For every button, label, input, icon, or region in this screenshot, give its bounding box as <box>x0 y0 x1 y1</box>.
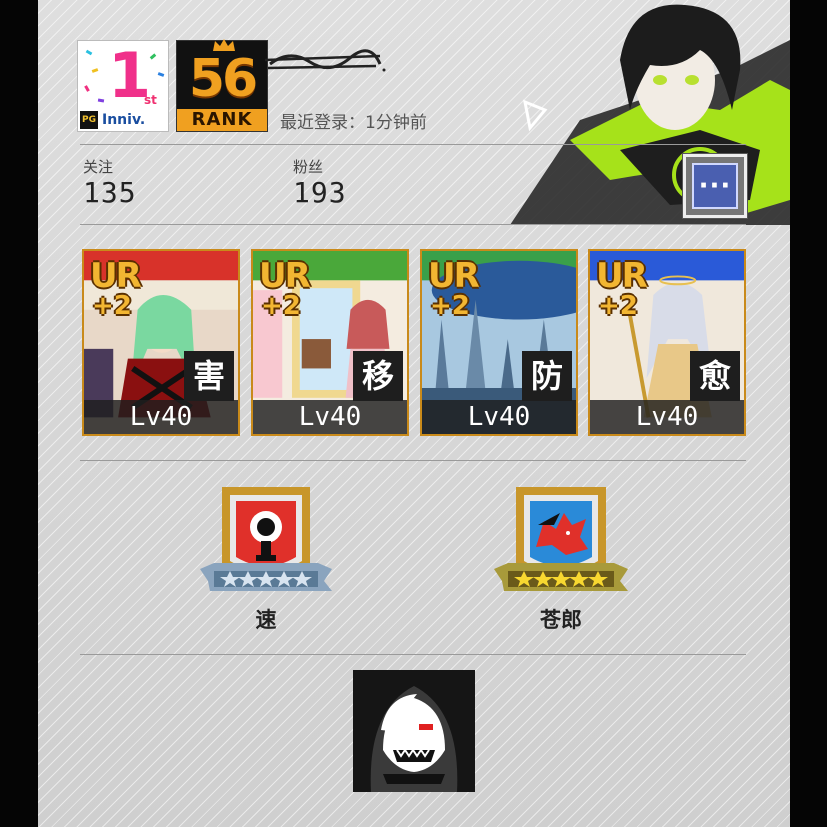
medal-1[interactable] <box>200 485 332 603</box>
card-slot-3[interactable]: UR +2 防 Lv40 <box>420 249 578 436</box>
last-login-value: 1分钟前 <box>365 113 427 133</box>
card-slot-4[interactable]: UR +2 愈 Lv40 <box>588 249 746 436</box>
reaper-icon <box>370 686 458 792</box>
more-options-button[interactable]: ··· <box>683 154 747 218</box>
card-plus: +2 <box>92 291 132 321</box>
stats-divider <box>80 224 746 225</box>
card-type: 移 <box>353 351 403 401</box>
card-level: Lv40 <box>422 400 576 434</box>
card-rarity: UR <box>596 256 648 296</box>
card-level: Lv40 <box>253 400 407 434</box>
following-label: 关注 <box>83 158 114 176</box>
card-rarity: UR <box>428 256 480 296</box>
card-rarity: UR <box>90 256 142 296</box>
card-rarity: UR <box>259 256 311 296</box>
guild-emblem[interactable] <box>353 670 475 792</box>
card-type: 防 <box>522 351 572 401</box>
cards-divider <box>80 460 746 461</box>
rank-label: RANK <box>177 109 267 131</box>
card-plus: +2 <box>430 291 470 321</box>
rank-number: 56 <box>188 49 258 109</box>
medal-2[interactable] <box>494 485 628 603</box>
medal-2-name: 苍郎 <box>540 608 582 632</box>
medals-divider <box>80 654 746 655</box>
more-icon: ··· <box>692 163 738 209</box>
card-level: Lv40 <box>590 400 744 434</box>
card-level: Lv40 <box>84 400 238 434</box>
card-plus: +2 <box>598 291 638 321</box>
card-slot-1[interactable]: UR +2 害 Lv40 <box>82 249 240 436</box>
medal-1-name: 速 <box>255 608 277 632</box>
card-plus: +2 <box>261 291 301 321</box>
card-type: 害 <box>184 351 234 401</box>
card-slot-2[interactable]: UR +2 移 Lv40 <box>251 249 409 436</box>
rank-badge: 56 RANK <box>176 39 268 132</box>
last-login-label: 最近登录： <box>280 113 365 133</box>
left-edge <box>0 0 38 827</box>
followers-label: 粉丝 <box>293 158 324 176</box>
anniversary-badge: 1 st PG Inniv. <box>77 40 169 132</box>
followers-count[interactable]: 193 <box>293 176 347 209</box>
brand-logo: PG <box>80 111 98 129</box>
anniversary-caption: Inniv. <box>102 112 146 128</box>
anniversary-suffix: st <box>144 93 157 107</box>
right-edge <box>790 0 827 827</box>
last-login: 最近登录：1分钟前 <box>280 108 427 133</box>
following-count[interactable]: 135 <box>83 176 137 209</box>
header-divider <box>80 144 746 145</box>
card-type: 愈 <box>690 351 740 401</box>
username-redacted <box>264 49 386 72</box>
